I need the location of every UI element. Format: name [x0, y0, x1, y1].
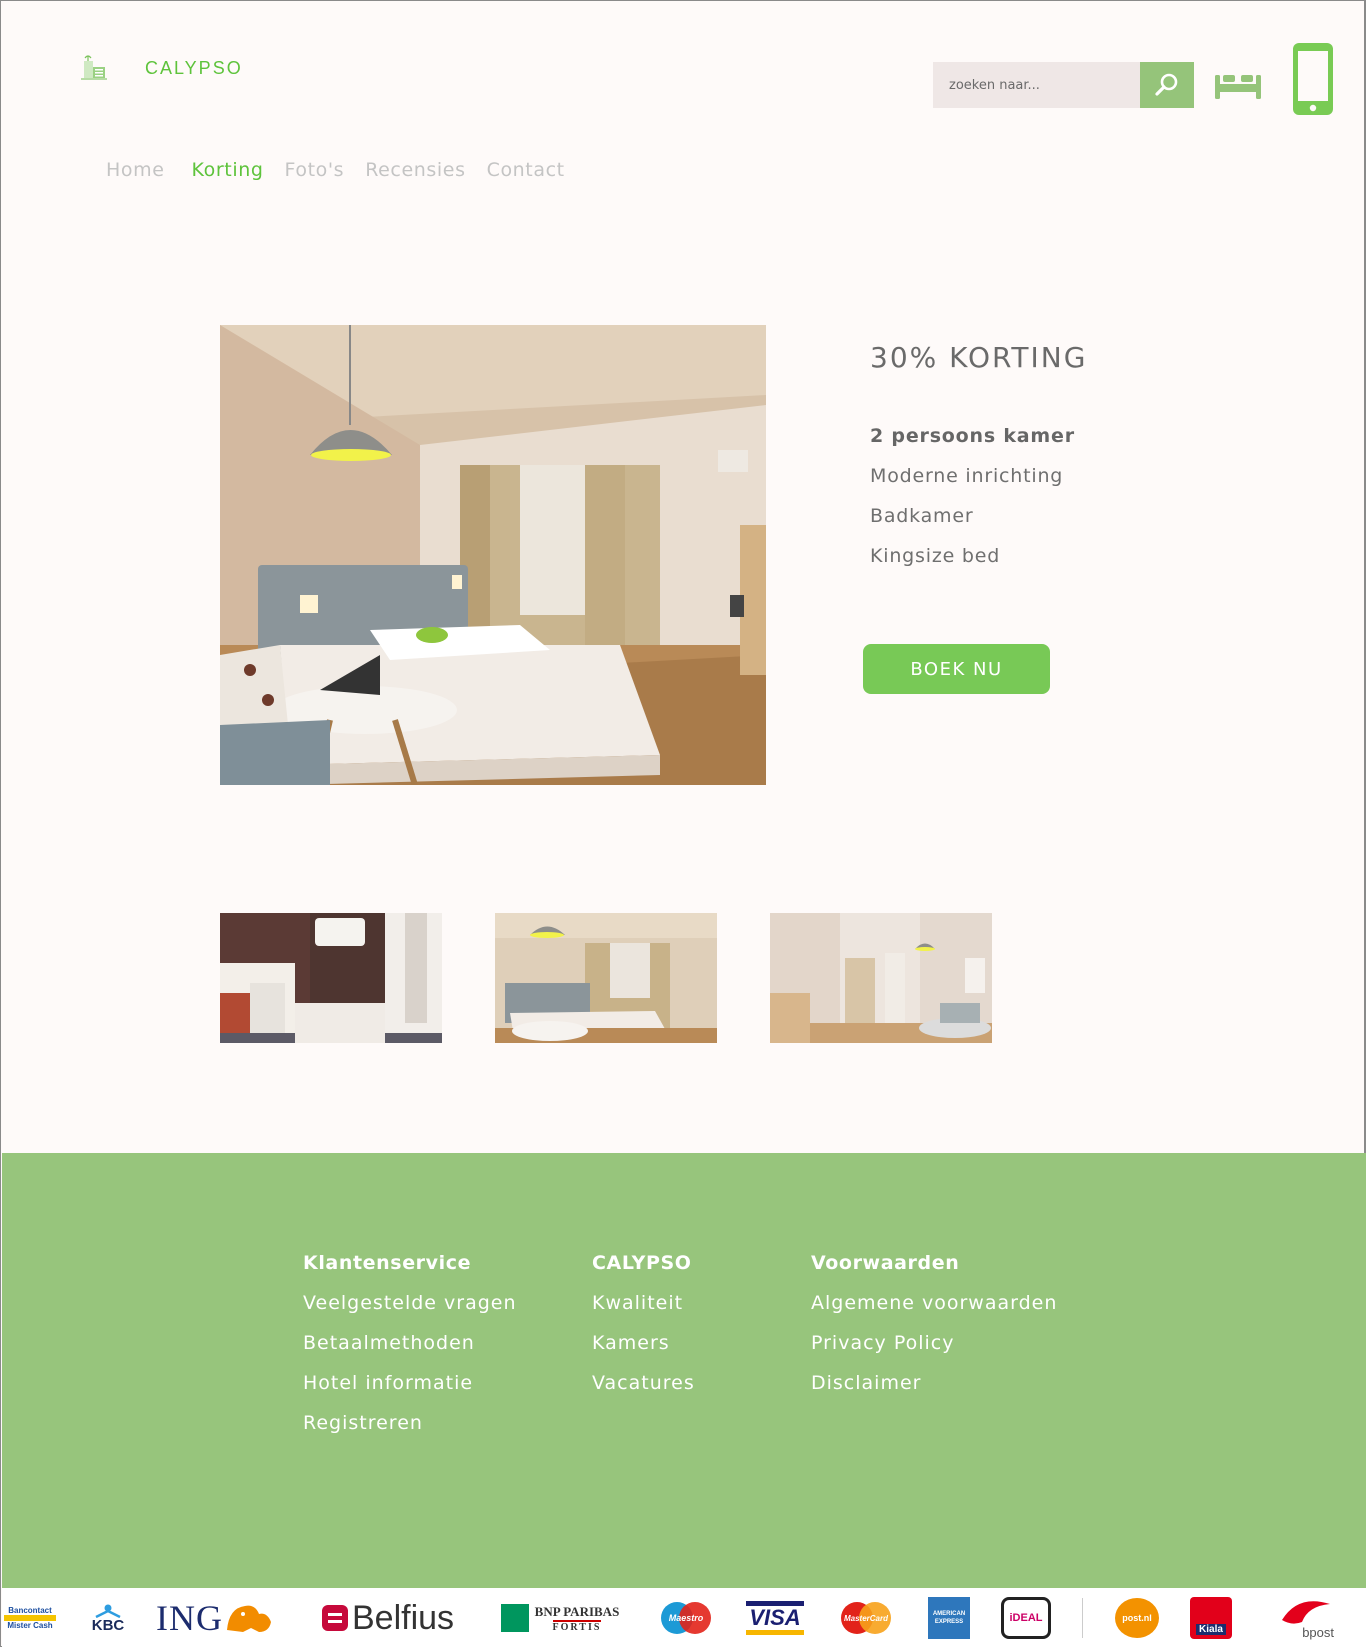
bnp-text: BNP PARIBAS — [534, 1603, 620, 1619]
postnl-logo: post.nl — [1112, 1596, 1162, 1640]
kbc-figure-icon — [95, 1604, 121, 1618]
maestro-text: Maestro — [668, 1613, 704, 1623]
footer-link[interactable]: Algemene voorwaarden — [811, 1291, 1057, 1331]
bpost-logo: bpost — [1254, 1596, 1334, 1640]
search-button[interactable] — [1140, 62, 1194, 108]
footer-link[interactable]: Kamers — [592, 1331, 695, 1371]
feature-list: 2 persoons kamer Moderne inrichting Badk… — [870, 422, 1075, 582]
belfius-text: Belfius — [352, 1598, 455, 1637]
footer: Klantenservice Veelgestelde vragen Betaa… — [2, 1153, 1366, 1588]
kiala-text: Kiala — [1196, 1624, 1226, 1635]
footer-link[interactable]: Kwaliteit — [592, 1291, 695, 1331]
footer-link[interactable]: Betaalmethoden — [303, 1331, 517, 1371]
mistercash-text: Mister Cash — [7, 1621, 53, 1630]
bnp-square-icon — [500, 1604, 529, 1632]
nav-korting[interactable]: Korting — [192, 159, 264, 181]
mastercard-text: MasterCard — [843, 1613, 888, 1623]
footer-column-klantenservice: Klantenservice Veelgestelde vragen Betaa… — [303, 1251, 517, 1451]
bancontact-text: Bancontact — [8, 1606, 52, 1615]
bed-icon[interactable] — [1215, 69, 1261, 99]
thumbnail-photo-3[interactable] — [770, 913, 992, 1043]
ing-lion-icon — [226, 1605, 271, 1632]
postnl-text: post.nl — [1122, 1613, 1152, 1623]
mastercard-logo: MasterCard — [834, 1596, 898, 1640]
hotel-logo-icon[interactable] — [79, 53, 109, 81]
bnp-paribas-fortis-logo: BNP PARIBAS FORTIS — [490, 1596, 630, 1640]
bpost-horn-icon — [1282, 1600, 1330, 1624]
mobile-phone-icon[interactable] — [1291, 41, 1335, 117]
book-now-button[interactable]: BOEK NU — [863, 644, 1050, 694]
payment-methods-bar: Bancontact Mister Cash KBC ING Belfius B… — [2, 1588, 1366, 1647]
thumbnail-photo-1[interactable] — [220, 913, 442, 1043]
feature-item: Badkamer — [870, 505, 974, 527]
bpost-text: bpost — [1302, 1624, 1334, 1640]
offer-title: 30% KORTING — [870, 341, 1088, 374]
nav-contact[interactable]: Contact — [487, 159, 565, 181]
american-express-logo: AMERICAN EXPRESS — [926, 1596, 972, 1640]
kiala-logo: Kiala — [1188, 1596, 1234, 1640]
footer-link[interactable]: Veelgestelde vragen — [303, 1291, 517, 1331]
kbc-logo: KBC — [82, 1596, 134, 1640]
fortis-text: FORTIS — [552, 1619, 602, 1633]
bancontact-logo: Bancontact Mister Cash — [2, 1596, 58, 1640]
ing-logo: ING — [156, 1596, 296, 1640]
visa-logo: VISA — [744, 1596, 806, 1640]
main-navigation: Home Korting Foto's Recensies Contact — [106, 159, 586, 181]
footer-link[interactable]: Vacatures — [592, 1371, 695, 1411]
nav-recensies[interactable]: Recensies — [365, 159, 465, 181]
footer-heading: CALYPSO — [592, 1252, 692, 1274]
payment-divider — [1082, 1598, 1083, 1638]
page: CALYPSO Home Korting Foto's Recensies Co… — [0, 0, 1366, 1647]
belfius-mark — [322, 1605, 348, 1631]
feature-item: Kingsize bed — [870, 545, 1001, 567]
feature-item: Moderne inrichting — [870, 465, 1064, 487]
footer-link[interactable]: Registreren — [303, 1411, 517, 1451]
search-input[interactable] — [933, 62, 1140, 108]
belfius-logo: Belfius — [322, 1596, 462, 1640]
nav-home[interactable]: Home — [106, 159, 165, 181]
thumbnail-photo-2[interactable] — [495, 913, 717, 1043]
footer-link[interactable]: Privacy Policy — [811, 1331, 1057, 1371]
visa-text: VISA — [749, 1605, 801, 1630]
maestro-logo: Maestro — [654, 1596, 718, 1640]
footer-column-calypso: CALYPSO Kwaliteit Kamers Vacatures — [592, 1251, 695, 1411]
footer-heading: Voorwaarden — [811, 1252, 960, 1274]
kbc-text: KBC — [91, 1616, 125, 1634]
feature-item: 2 persoons kamer — [870, 425, 1075, 447]
brand-name[interactable]: CALYPSO — [145, 58, 243, 79]
amex-text: AMERICAN EXPRESS — [932, 1611, 966, 1625]
footer-link[interactable]: Disclaimer — [811, 1371, 1057, 1411]
footer-heading: Klantenservice — [303, 1252, 472, 1274]
ideal-text: iDEAL — [1009, 1612, 1043, 1624]
ideal-logo: iDEAL — [998, 1596, 1054, 1640]
search-icon — [1155, 73, 1178, 96]
footer-column-voorwaarden: Voorwaarden Algemene voorwaarden Privacy… — [811, 1251, 1057, 1411]
footer-link[interactable]: Hotel informatie — [303, 1371, 517, 1411]
hotel-room-photo — [220, 325, 766, 785]
nav-fotos[interactable]: Foto's — [285, 159, 345, 181]
ing-text: ING — [156, 1598, 223, 1638]
